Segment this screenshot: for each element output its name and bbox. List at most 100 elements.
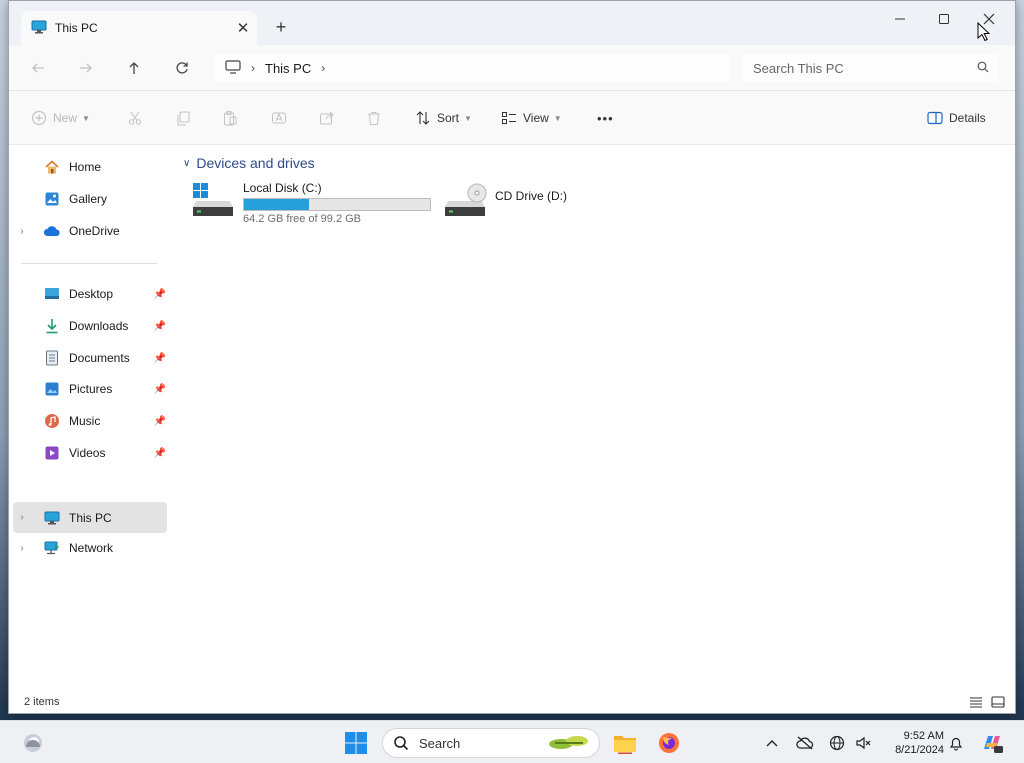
sidebar-item-music[interactable]: Music 📌 (13, 407, 167, 435)
content-area: ∨ Devices and drives Local Disk (C:) 64.… (175, 145, 1015, 690)
status-bar: 2 items (9, 690, 1015, 713)
item-count: 2 items (24, 696, 60, 708)
new-button[interactable]: New ▼ (31, 106, 90, 130)
group-header-devices[interactable]: ∨ Devices and drives (183, 155, 315, 171)
pin-icon[interactable]: 📌 (153, 289, 167, 300)
share-icon (320, 111, 334, 125)
rename-icon (272, 112, 286, 124)
sidebar-item-gallery[interactable]: Gallery (13, 185, 167, 213)
search-highlight-icon (547, 733, 591, 754)
tiles-view-icon (991, 696, 1005, 708)
clipboard-icon (224, 111, 237, 126)
maximize-button[interactable] (921, 7, 967, 31)
back-button[interactable] (23, 55, 53, 81)
drive-local-disk-c[interactable]: Local Disk (C:) 64.2 GB free of 99.2 GB (191, 181, 431, 225)
chevron-down-icon: ▼ (82, 113, 90, 123)
network-tray-button[interactable] (826, 728, 848, 758)
sidebar-item-videos[interactable]: Videos 📌 (13, 439, 167, 467)
copilot-button[interactable] (978, 728, 1006, 758)
file-explorer-taskbar-button[interactable] (610, 728, 640, 758)
sidebar-item-pictures[interactable]: Pictures 📌 (13, 375, 167, 403)
delete-button[interactable] (366, 106, 382, 130)
pin-icon[interactable]: 📌 (153, 384, 167, 395)
up-button[interactable] (119, 55, 149, 81)
clock-time: 9:52 AM (903, 730, 944, 742)
chevron-right-icon[interactable]: › (13, 226, 31, 237)
pin-icon[interactable]: 📌 (153, 448, 167, 459)
details-view-toggle[interactable] (967, 694, 985, 710)
chevron-right-icon[interactable]: › (13, 512, 31, 523)
sidebar-item-network[interactable]: › Network (13, 534, 167, 562)
clock-date: 8/21/2024 (895, 744, 944, 756)
paste-button[interactable] (222, 106, 238, 130)
refresh-button[interactable] (167, 55, 197, 81)
details-pane-icon (927, 111, 943, 125)
tab-close-icon[interactable]: ✕ (229, 19, 257, 37)
search-input[interactable] (753, 60, 977, 76)
chevron-right-icon[interactable]: › (321, 61, 325, 75)
search-box[interactable] (743, 54, 999, 82)
drive-cd-d[interactable]: CD Drive (D:) (443, 181, 567, 222)
sidebar-item-desktop[interactable]: Desktop 📌 (13, 280, 167, 308)
sidebar-item-this-pc[interactable]: › This PC (13, 502, 167, 533)
more-options-button[interactable]: ••• (597, 106, 614, 130)
sidebar-item-documents[interactable]: Documents 📌 (13, 344, 167, 372)
sidebar-item-downloads[interactable]: Downloads 📌 (13, 312, 167, 340)
chevron-right-icon[interactable]: › (13, 543, 31, 554)
cut-button[interactable] (127, 106, 143, 130)
sidebar-divider (21, 263, 157, 264)
widgets-button[interactable] (18, 728, 48, 758)
chevron-right-icon[interactable]: › (251, 61, 255, 75)
pin-icon[interactable]: 📌 (153, 321, 167, 332)
notifications-button[interactable] (946, 728, 966, 758)
cloud-icon (43, 223, 61, 239)
sidebar-item-home[interactable]: Home (13, 153, 167, 181)
sort-label: Sort (437, 111, 460, 125)
taskbar-search-box[interactable]: Search (382, 728, 600, 758)
pin-icon[interactable]: 📌 (153, 416, 167, 427)
monitor-icon (43, 510, 61, 526)
firefox-taskbar-button[interactable] (654, 728, 684, 758)
home-icon (43, 159, 61, 175)
cd-drive-icon (443, 181, 487, 222)
volume-tray-button[interactable] (852, 728, 874, 758)
network-icon (43, 540, 61, 556)
tiles-view-toggle[interactable] (989, 694, 1007, 710)
scissors-icon (128, 111, 142, 125)
search-icon (394, 736, 409, 751)
pin-icon[interactable]: 📌 (153, 353, 167, 364)
show-hidden-icons-button[interactable] (762, 728, 782, 758)
command-bar: New ▼ Sort ▼ View ▼ ••• Details (9, 91, 1015, 145)
chevron-down-icon: ▼ (553, 113, 562, 123)
rename-button[interactable] (271, 106, 287, 130)
arrow-right-icon (80, 63, 92, 73)
start-button[interactable] (340, 728, 372, 758)
arrow-up-icon (129, 62, 139, 74)
minimize-button[interactable] (877, 7, 923, 31)
file-explorer-window: This PC ✕ + › This PC › Search This PC N… (8, 0, 1016, 714)
details-pane-button[interactable]: Details (927, 106, 986, 130)
address-bar[interactable]: › This PC › (215, 54, 729, 82)
group-title: Devices and drives (196, 155, 315, 171)
mouse-cursor-icon (977, 21, 991, 45)
sidebar-item-onedrive[interactable]: › OneDrive (13, 217, 167, 245)
document-icon (43, 350, 61, 366)
new-tab-button[interactable]: + (267, 15, 295, 41)
tab-this-pc[interactable]: This PC ✕ (21, 11, 257, 45)
cloud-off-icon (796, 736, 814, 750)
drive-usage-fill (244, 199, 310, 210)
forward-button[interactable] (71, 55, 101, 81)
taskbar-search-label: Search (419, 735, 461, 751)
taskbar: Search 9:52 AM 8/21/2024 (0, 720, 1024, 763)
onedrive-tray-button[interactable] (794, 728, 816, 758)
navigation-bar: › This PC › (9, 45, 1015, 91)
copy-button[interactable] (175, 106, 191, 130)
view-button[interactable]: View ▼ (501, 106, 562, 130)
sort-button[interactable]: Sort ▼ (415, 106, 472, 130)
breadcrumb-this-pc[interactable]: This PC (265, 61, 311, 76)
share-button[interactable] (319, 106, 335, 130)
monitor-icon (31, 20, 47, 37)
weather-icon (24, 734, 42, 752)
system-clock[interactable]: 9:52 AM 8/21/2024 (882, 729, 944, 757)
desktop-icon (43, 286, 61, 302)
